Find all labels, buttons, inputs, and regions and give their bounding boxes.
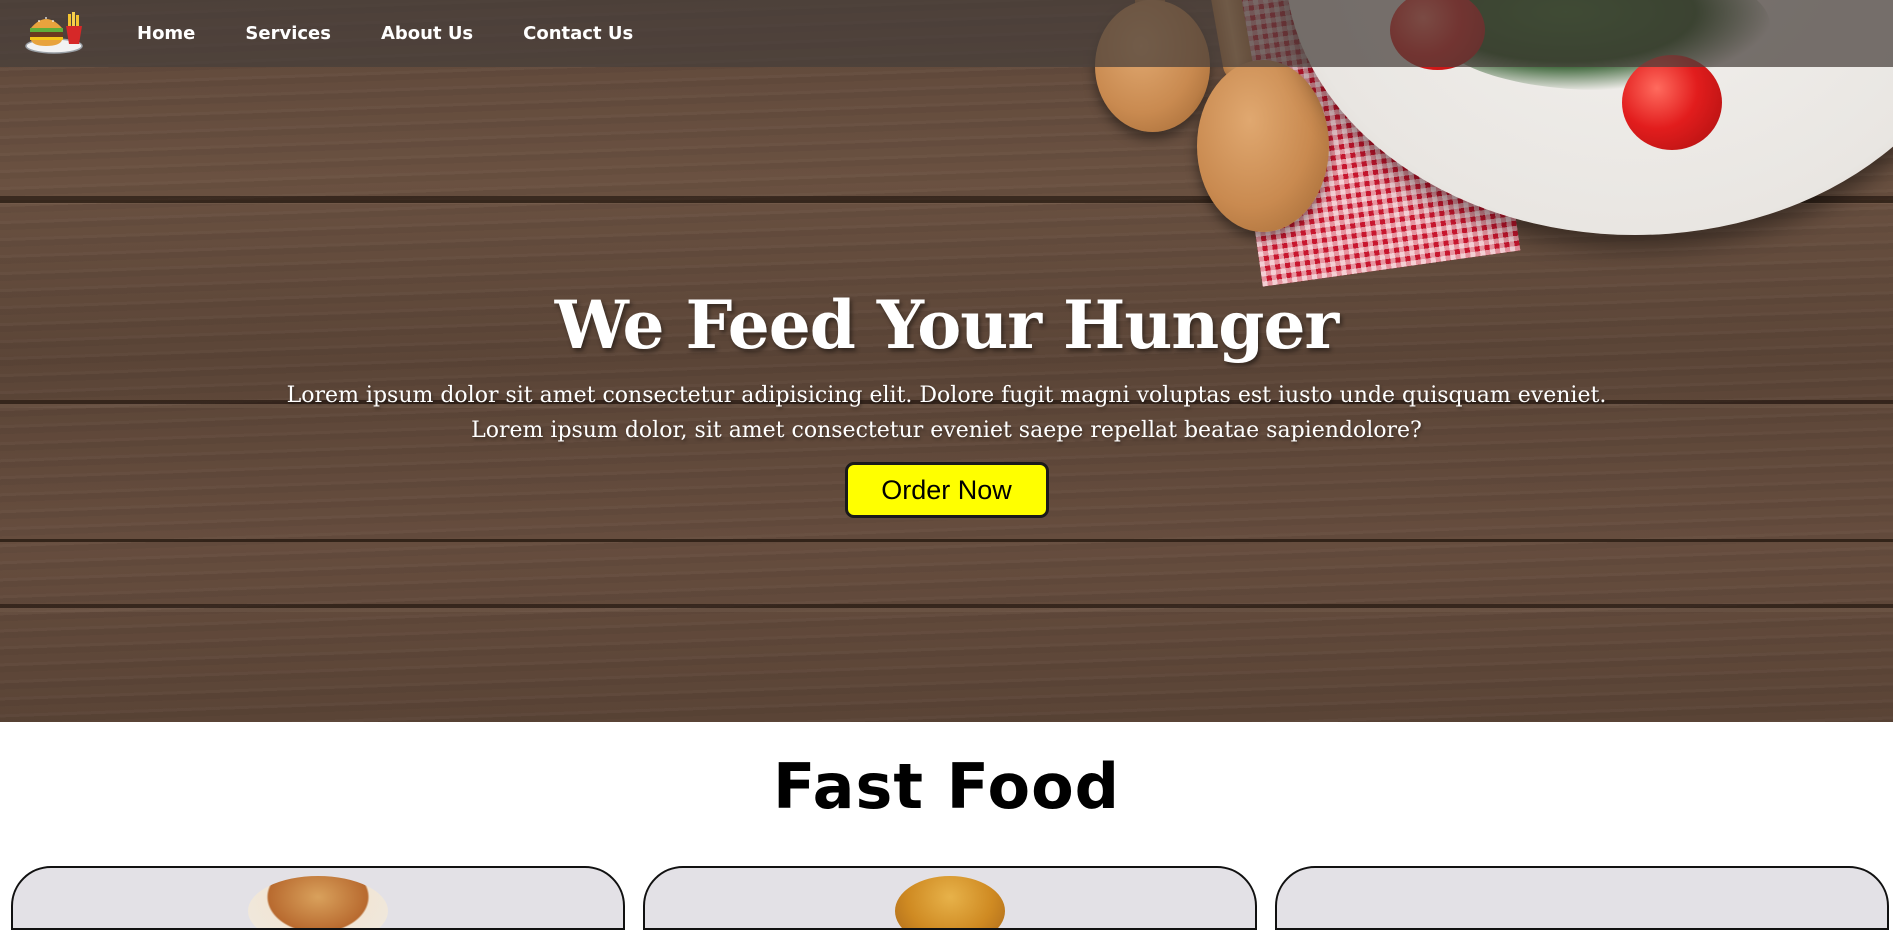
food-card[interactable]	[1275, 866, 1889, 930]
nav-link-about-us[interactable]: About Us	[381, 23, 473, 44]
nav-link-home[interactable]: Home	[137, 23, 195, 44]
wood-plank-seam	[0, 539, 1893, 542]
navbar: Home Services About Us Contact Us	[0, 0, 1893, 67]
hero-content: We Feed Your Hunger Lorem ipsum dolor si…	[0, 282, 1893, 518]
hero-title: We Feed Your Hunger	[554, 286, 1339, 364]
nav-links: Home Services About Us Contact Us	[137, 0, 683, 67]
hero-description: Lorem ipsum dolor sit amet consectetur a…	[247, 378, 1647, 448]
hero-section: Home Services About Us Contact Us We Fee…	[0, 0, 1893, 722]
pizza-image	[248, 876, 388, 928]
nav-link-contact-us[interactable]: Contact Us	[523, 23, 633, 44]
food-cards	[11, 866, 1893, 930]
food-card[interactable]	[11, 866, 625, 930]
order-now-button[interactable]: Order Now	[844, 462, 1049, 518]
hero-text-line-1: Lorem ipsum dolor sit amet consectetur a…	[286, 383, 1607, 408]
burger-fries-logo-icon[interactable]	[24, 8, 90, 54]
section-title: Fast Food	[772, 750, 1121, 823]
burger-image	[895, 876, 1005, 928]
food-card[interactable]	[643, 866, 1257, 930]
hero-text-line-2: Lorem ipsum dolor, sit amet consectetur …	[471, 418, 1422, 443]
tomato-image	[1622, 55, 1722, 150]
nav-link-services[interactable]: Services	[245, 23, 331, 44]
wooden-spoon-image	[1197, 60, 1329, 232]
